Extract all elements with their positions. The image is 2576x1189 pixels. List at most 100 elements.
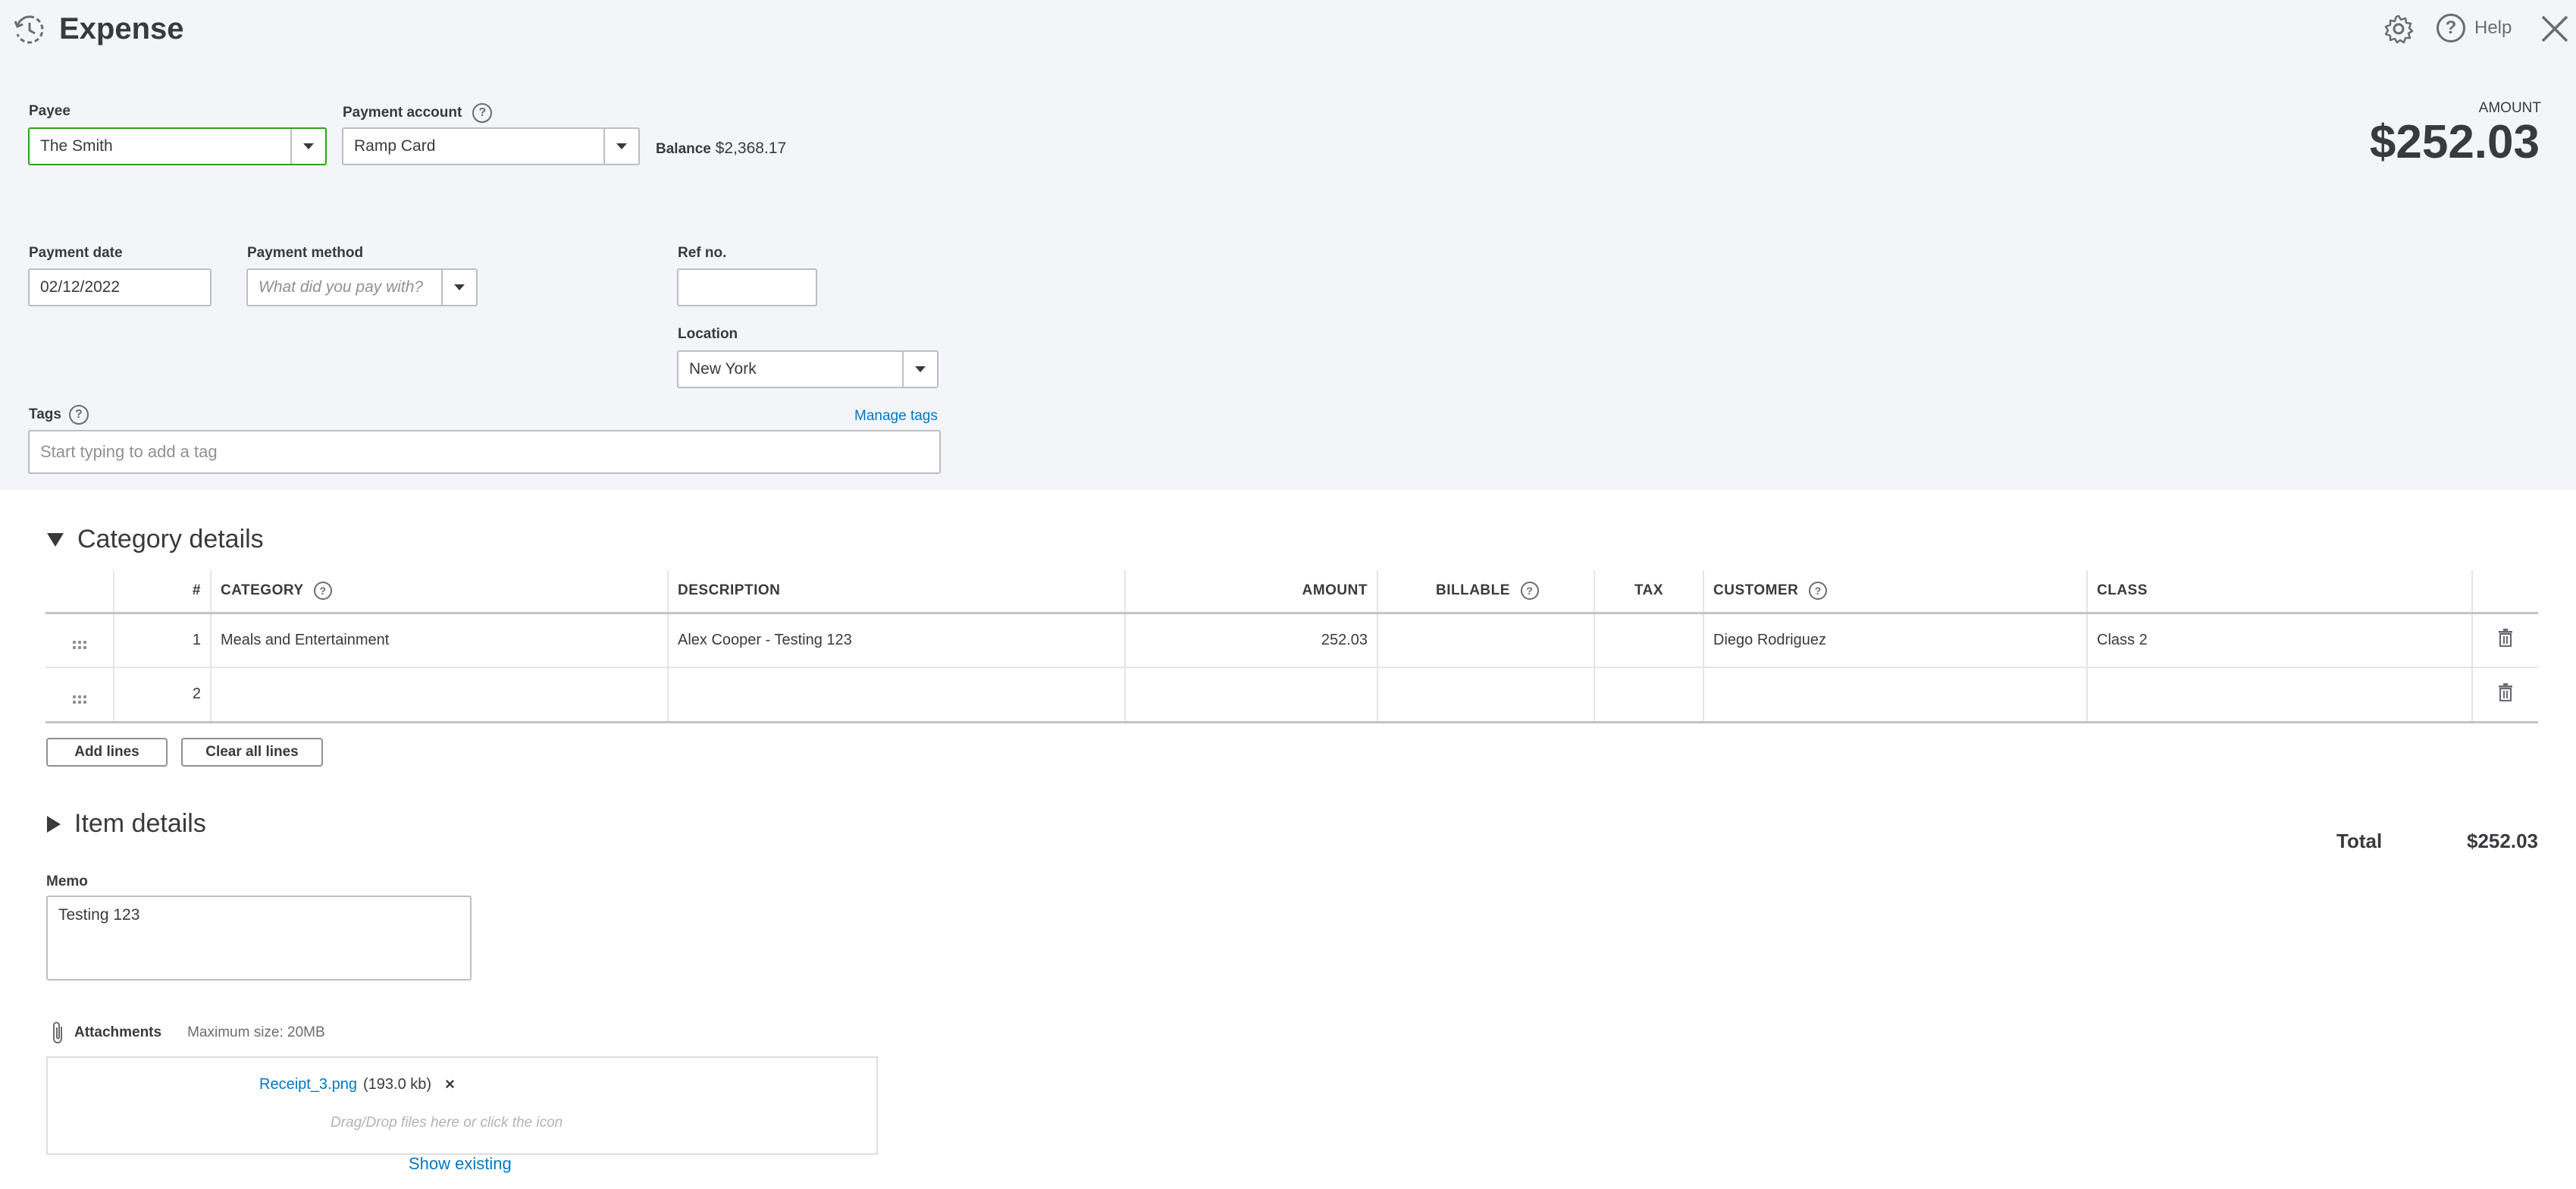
row-customer[interactable]: Diego Rodriguez — [1703, 613, 2088, 668]
category-details-toggle[interactable]: Category details — [47, 525, 264, 554]
category-table: # CATEGORY ? DESCRIPTION AMOUNT BILLABLE… — [45, 570, 2538, 723]
total-label: Total — [2336, 830, 2383, 852]
attachment-file: Receipt_3.png (193.0 kb) × — [259, 1074, 455, 1094]
add-lines-button[interactable]: Add lines — [46, 738, 168, 767]
tags-placeholder[interactable]: Start typing to add a tag — [40, 442, 939, 462]
drag-grip-icon — [72, 695, 86, 704]
row-delete[interactable] — [2472, 613, 2538, 668]
tags-input[interactable]: Start typing to add a tag — [28, 430, 941, 474]
help-question-icon: ? — [2437, 14, 2465, 42]
tags-label-text: Tags — [29, 406, 61, 422]
drag-handle[interactable] — [45, 613, 114, 668]
help-button[interactable]: ? Help — [2437, 14, 2512, 42]
payment-method-dropdown-button[interactable] — [441, 270, 476, 305]
location-input[interactable]: New York — [689, 360, 902, 378]
row-class[interactable]: Class 2 — [2087, 613, 2473, 668]
location-combobox[interactable]: New York — [677, 350, 939, 388]
drag-handle[interactable] — [45, 667, 114, 723]
payment-date-value[interactable]: 02/12/2022 — [40, 278, 210, 296]
col-drag — [45, 570, 114, 614]
row-amount[interactable] — [1125, 667, 1378, 723]
row-billable[interactable] — [1377, 613, 1595, 668]
row-tax[interactable] — [1594, 667, 1704, 723]
total-value: $252.03 — [2467, 830, 2538, 852]
chevron-down-icon — [616, 143, 627, 149]
item-details-title: Item details — [74, 809, 206, 838]
col-tax: TAX — [1594, 570, 1704, 614]
payment-account-dropdown-button[interactable] — [603, 129, 638, 164]
col-actions — [2472, 570, 2538, 614]
col-category: CATEGORY ? — [211, 570, 669, 614]
page-title: Expense — [59, 12, 184, 45]
payment-date-label: Payment date — [29, 245, 123, 261]
row-description[interactable] — [668, 667, 1126, 723]
show-existing-link[interactable]: Show existing — [409, 1154, 512, 1174]
category-details-title: Category details — [77, 525, 264, 554]
row-amount[interactable]: 252.03 — [1125, 613, 1378, 668]
payment-method-input[interactable]: What did you pay with? — [259, 278, 441, 296]
chevron-down-icon — [303, 143, 314, 149]
col-num: # — [114, 570, 212, 614]
attachments-header: Attachments Maximum size: 20MB — [50, 1021, 325, 1045]
collapse-triangle-icon — [47, 532, 64, 547]
attachments-label: Attachments — [74, 1024, 162, 1040]
trash-icon[interactable] — [2498, 682, 2513, 701]
close-icon[interactable] — [2540, 14, 2570, 44]
attachments-max-size: Maximum size: 20MB — [187, 1024, 325, 1040]
paperclip-icon[interactable] — [50, 1021, 67, 1045]
amount-value: $252.03 — [2369, 116, 2540, 168]
drag-grip-icon — [72, 641, 86, 650]
customer-help-icon[interactable]: ? — [1809, 582, 1828, 601]
table-row[interactable]: 2 — [45, 667, 2538, 723]
category-help-icon[interactable]: ? — [314, 582, 332, 601]
memo-label: Memo — [46, 874, 88, 889]
row-customer[interactable] — [1703, 667, 2088, 723]
clear-all-lines-button[interactable]: Clear all lines — [181, 738, 323, 767]
payee-combobox[interactable]: The Smith — [28, 127, 327, 165]
row-category[interactable]: Meals and Entertainment — [211, 613, 669, 668]
tags-help-icon[interactable]: ? — [68, 405, 89, 425]
row-class[interactable] — [2087, 667, 2473, 723]
payment-method-combobox[interactable]: What did you pay with? — [246, 268, 478, 306]
ref-no-input[interactable] — [677, 268, 817, 306]
col-description: DESCRIPTION — [668, 570, 1126, 614]
remove-attachment-icon[interactable]: × — [445, 1074, 455, 1094]
memo-value[interactable]: Testing 123 — [58, 906, 139, 924]
location-label: Location — [678, 326, 738, 342]
row-description[interactable]: Alex Cooper - Testing 123 — [668, 613, 1126, 668]
row-billable[interactable] — [1377, 667, 1595, 723]
row-delete[interactable] — [2472, 667, 2538, 723]
payee-dropdown-button[interactable] — [290, 129, 325, 164]
payment-account-help-icon[interactable]: ? — [472, 103, 493, 123]
col-billable: BILLABLE ? — [1377, 570, 1595, 614]
settings-gear-icon[interactable] — [2383, 14, 2414, 44]
recent-transactions-icon[interactable] — [14, 14, 45, 45]
location-dropdown-button[interactable] — [902, 352, 937, 387]
chevron-down-icon — [454, 284, 465, 290]
billable-help-icon[interactable]: ? — [1520, 582, 1539, 601]
balance-label: Balance — [656, 141, 711, 157]
payment-account-combobox[interactable]: Ramp Card — [342, 127, 640, 165]
col-class: CLASS — [2087, 570, 2473, 614]
attachments-dropzone[interactable]: Receipt_3.png (193.0 kb) × Drag/Drop fil… — [46, 1056, 878, 1155]
row-category[interactable] — [211, 667, 669, 723]
memo-textarea[interactable]: Testing 123 — [46, 896, 472, 980]
attachment-file-link[interactable]: Receipt_3.png — [259, 1076, 357, 1093]
manage-tags-link[interactable]: Manage tags — [854, 408, 938, 425]
balance-value: $2,368.17 — [715, 140, 787, 157]
row-num: 1 — [114, 613, 212, 668]
payment-account-input[interactable]: Ramp Card — [354, 137, 603, 155]
dropzone-hint: Drag/Drop files here or click the icon — [331, 1115, 563, 1131]
table-row[interactable]: 1 Meals and Entertainment Alex Cooper - … — [45, 613, 2538, 668]
chevron-down-icon — [915, 366, 926, 372]
item-details-toggle[interactable]: Item details — [47, 809, 206, 839]
form-header-panel — [0, 0, 2576, 490]
row-tax[interactable] — [1594, 613, 1704, 668]
payment-date-input[interactable]: 02/12/2022 — [28, 268, 212, 306]
trash-icon[interactable] — [2498, 629, 2513, 648]
payment-account-label: Payment account ? — [343, 103, 493, 123]
ref-no-label: Ref no. — [678, 245, 727, 261]
balance-display: Balance $2,368.17 — [656, 140, 786, 158]
payee-input[interactable]: The Smith — [40, 137, 290, 155]
payee-label: Payee — [29, 103, 71, 119]
